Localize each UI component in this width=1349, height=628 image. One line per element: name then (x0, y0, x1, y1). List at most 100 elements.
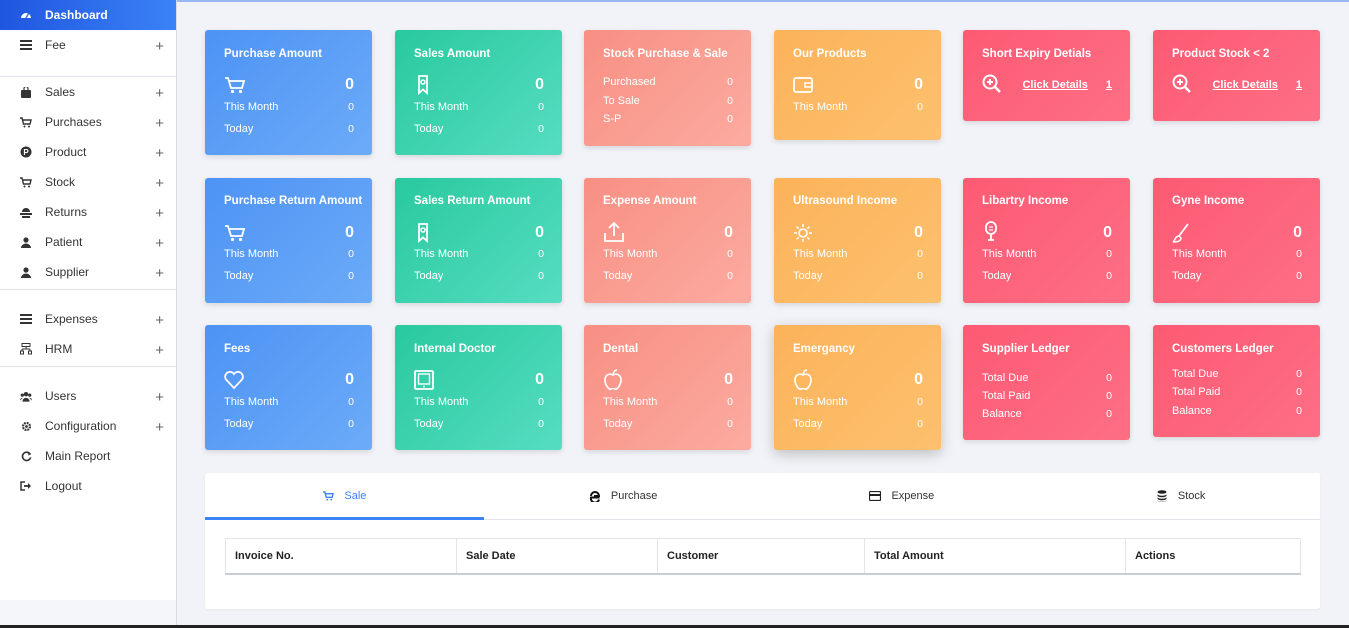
sidebar-item-users[interactable]: Users + (0, 381, 176, 411)
expand-icon[interactable]: + (155, 343, 164, 358)
card-short-expiry[interactable]: Short Expiry Detials Click Details 1 (963, 30, 1130, 121)
sun-icon (793, 223, 815, 243)
tab-purchase[interactable]: Purchase (484, 473, 763, 519)
expand-icon[interactable]: + (155, 86, 164, 101)
upload-icon (603, 221, 625, 242)
card-title: Product Stock < 2 (1172, 48, 1270, 60)
card-gyne-income[interactable]: Gyne Income 0 This Month 0 Today 0 (1153, 178, 1320, 303)
expand-icon[interactable]: + (155, 266, 164, 281)
card-title: Stock Purchase & Sale (603, 48, 728, 60)
sidebar-item-label: Stock (45, 175, 76, 189)
sidebar-item-dashboard[interactable]: Dashboard (0, 0, 176, 30)
sidebar-item-label: Main Report (45, 449, 111, 463)
sidebar-item-sales[interactable]: Sales + (0, 77, 176, 107)
expand-icon[interactable]: + (155, 39, 164, 54)
card-dental[interactable]: Dental 0 This Month 0 Today 0 (584, 325, 751, 450)
card-row: Today 0 (793, 270, 923, 282)
expand-icon[interactable]: + (155, 313, 164, 328)
column-header-actions: Actions (1125, 538, 1301, 575)
row-label: Today (414, 418, 444, 430)
details-link-row[interactable]: Click Details 1 (1212, 79, 1302, 91)
column-header-total-amount[interactable]: Total Amount (864, 538, 1126, 575)
row-value: 0 (1106, 408, 1112, 420)
card-value: 0 (1293, 224, 1302, 241)
hrm-icon (20, 343, 32, 355)
sidebar-item-product[interactable]: P Product + (0, 137, 176, 167)
expand-icon[interactable]: + (155, 390, 164, 405)
sidebar-item-logout[interactable]: Logout (0, 471, 176, 501)
tag-icon (414, 75, 436, 95)
sidebar-item-patient[interactable]: Patient + (0, 227, 176, 257)
sidebar: Dashboard Fee + Sales + Purchases + P Pr… (0, 0, 177, 628)
count-link[interactable]: 1 (1296, 79, 1302, 91)
sidebar-item-label: Expenses (45, 312, 98, 326)
card-customers-ledger[interactable]: Customers Ledger Total Due 0 Total Paid 0 … (1153, 325, 1320, 437)
tab-expense[interactable]: Expense (763, 473, 1042, 519)
expand-icon[interactable]: + (155, 146, 164, 161)
card-supplier-ledger[interactable]: Supplier Ledger Total Due 0 Total Paid 0 B… (963, 325, 1130, 440)
row-value: 0 (538, 123, 544, 135)
card-purchase-return[interactable]: Purchase Return Amount 0 This Month 0 Tod… (205, 178, 372, 303)
row-label: This Month (224, 101, 279, 113)
card-libartry-income[interactable]: Libartry Income 0 This Month 0 Today 0 (963, 178, 1130, 303)
card-internal-doctor[interactable]: Internal Doctor 0 This Month 0 Today 0 (395, 325, 562, 450)
row-value: 0 (348, 123, 354, 135)
row-value: 0 (727, 418, 733, 430)
card-product-stock[interactable]: Product Stock < 2 Click Details 1 (1153, 30, 1320, 121)
column-header-customer[interactable]: Customer (657, 538, 865, 575)
expand-icon[interactable]: + (155, 420, 164, 435)
expand-icon[interactable]: + (155, 176, 164, 191)
details-link-row[interactable]: Click Details 1 (1022, 79, 1112, 91)
tab-stock[interactable]: Stock (1041, 473, 1320, 519)
row-value: 0 (727, 113, 733, 125)
row-value: 0 (1296, 405, 1302, 417)
card-row: Today 0 (414, 270, 544, 282)
expand-icon[interactable]: + (155, 236, 164, 251)
sidebar-item-stock[interactable]: Stock + (0, 167, 176, 197)
click-details-link[interactable]: Click Details (1212, 79, 1277, 91)
card-title: Purchase Return Amount (224, 195, 363, 207)
expand-icon[interactable]: + (155, 116, 164, 131)
card-row: Today 0 (414, 418, 544, 430)
sidebar-item-returns[interactable]: Returns + (0, 197, 176, 227)
list-icon (20, 313, 32, 325)
card-row: This Month 0 (414, 396, 544, 408)
row-value: 0 (1106, 372, 1112, 384)
card-sales-amount[interactable]: Sales Amount 0 This Month 0 Today 0 (395, 30, 562, 155)
tab-label: Expense (891, 490, 935, 502)
card-value: 0 (345, 76, 354, 93)
sidebar-item-main-report[interactable]: Main Report (0, 441, 176, 471)
row-value: 0 (538, 270, 544, 282)
sidebar-item-supplier[interactable]: Supplier + (0, 257, 176, 287)
column-header-invoice[interactable]: Invoice No. (225, 538, 457, 575)
brush-icon (1172, 223, 1194, 243)
card-our-products[interactable]: Our Products 0 This Month 0 (774, 30, 941, 140)
sidebar-item-label: Sales (45, 85, 76, 99)
sidebar-item-hrm[interactable]: HRM + (0, 334, 176, 364)
count-link[interactable]: 1 (1106, 79, 1112, 91)
cart-icon (224, 75, 246, 95)
card-stock-purchase-sale[interactable]: Stock Purchase & Sale Purchased 0 To Sale… (584, 30, 751, 146)
logout-icon (20, 480, 32, 492)
sidebar-item-purchases[interactable]: Purchases + (0, 107, 176, 137)
sidebar-item-configuration[interactable]: Configuration + (0, 411, 176, 441)
sidebar-item-fee[interactable]: Fee + (0, 30, 176, 60)
click-details-link[interactable]: Click Details (1022, 79, 1087, 91)
tab-sale[interactable]: Sale (205, 473, 484, 520)
expand-icon[interactable]: + (155, 206, 164, 221)
card-value: 0 (345, 371, 354, 388)
dashboard-icon (20, 9, 32, 21)
card-title: Customers Ledger (1172, 343, 1274, 355)
card-expense-amount[interactable]: Expense Amount 0 This Month 0 Today 0 (584, 178, 751, 303)
card-emergancy[interactable]: Emergancy 0 This Month 0 Today 0 (774, 325, 941, 450)
card-purchase-amount[interactable]: Purchase Amount 0 This Month 0 Today 0 (205, 30, 372, 155)
row-value: 0 (727, 396, 733, 408)
card-ultrasound-income[interactable]: Ultrasound Income 0 This Month 0 Today 0 (774, 178, 941, 303)
sidebar-item-label: HRM (45, 342, 73, 356)
tab-label: Stock (1177, 490, 1206, 502)
sidebar-item-expenses[interactable]: Expenses + (0, 304, 176, 334)
sidebar-item-label: Product (45, 145, 87, 159)
card-fees[interactable]: Fees 0 This Month 0 Today 0 (205, 325, 372, 450)
card-sales-return[interactable]: Sales Return Amount 0 This Month 0 Today 0 (395, 178, 562, 303)
column-header-sale-date[interactable]: Sale Date (456, 538, 658, 575)
